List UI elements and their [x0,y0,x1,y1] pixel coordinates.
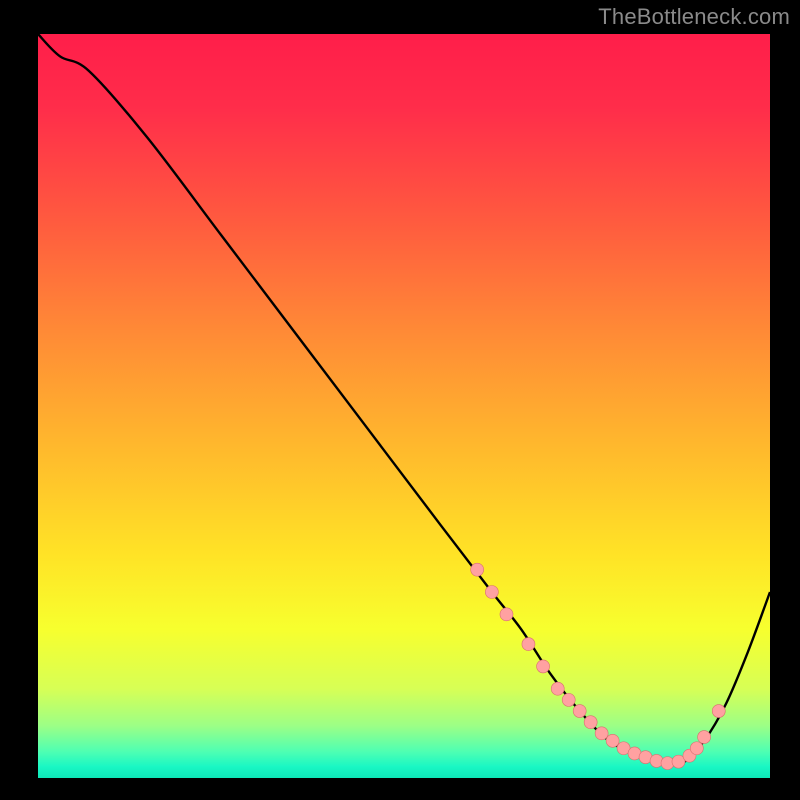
marker-dot [712,705,725,718]
marker-dot [573,705,586,718]
marker-dot [522,638,535,651]
gradient-background [38,34,770,778]
marker-dot [471,563,484,576]
marker-dot [485,586,498,599]
marker-dot [690,742,703,755]
marker-dot [562,693,575,706]
marker-dot [698,731,711,744]
marker-dot [595,727,608,740]
bottleneck-plot [0,0,800,800]
marker-dot [500,608,513,621]
marker-dot [584,716,597,729]
marker-dot [537,660,550,673]
chart-container: TheBottleneck.com [0,0,800,800]
attribution-label: TheBottleneck.com [598,4,790,30]
marker-dot [650,754,663,767]
marker-dot [551,682,564,695]
marker-dot [606,734,619,747]
